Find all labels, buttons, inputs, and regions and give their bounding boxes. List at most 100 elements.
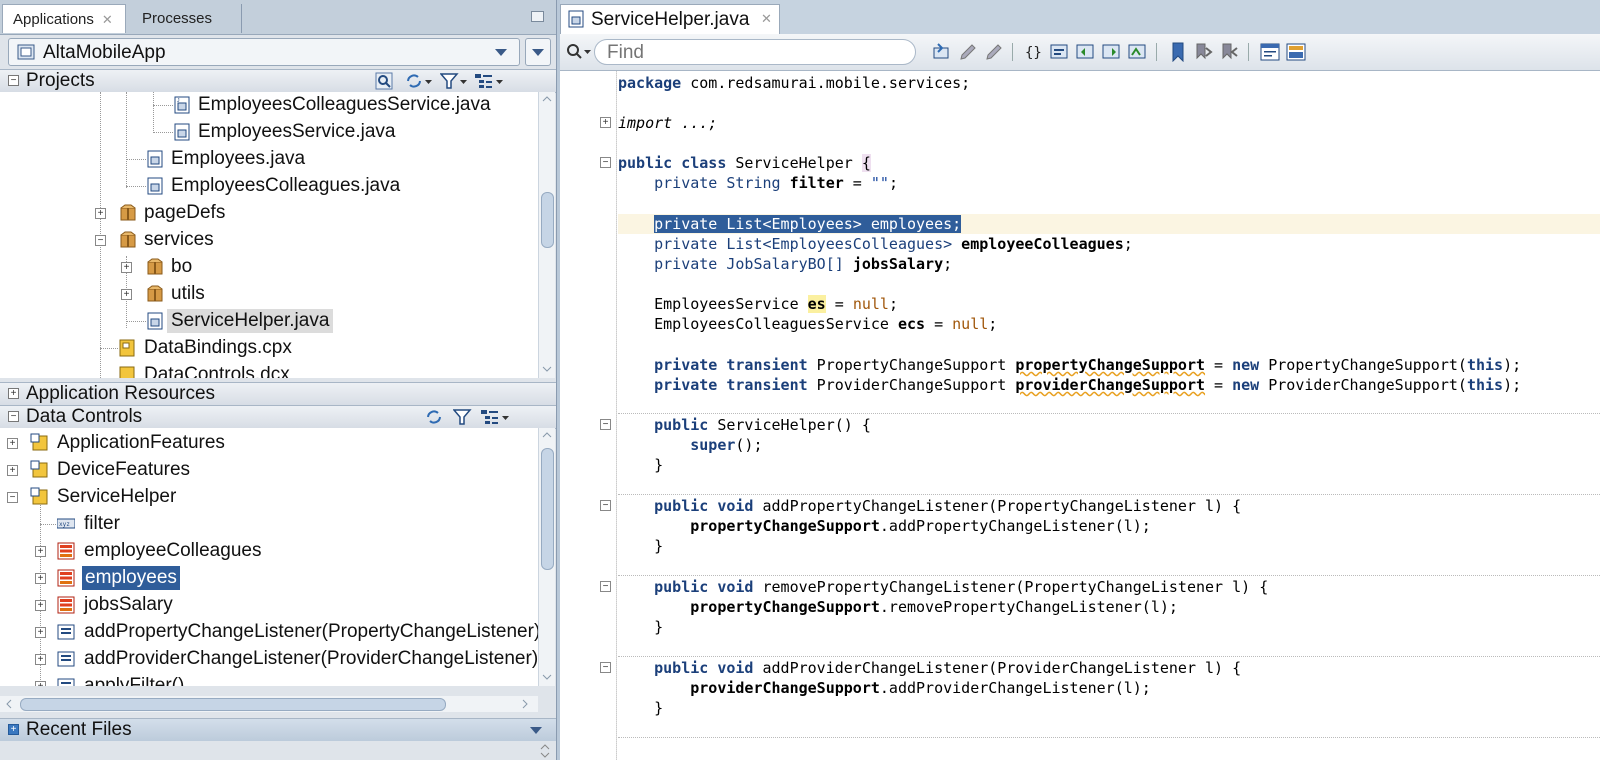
tree-item-databindings[interactable]: DataBindings.cpx xyxy=(144,336,292,360)
java-file-icon xyxy=(147,150,163,168)
tree-item-employees-java[interactable]: Employees.java xyxy=(171,147,305,171)
tree-item-bo[interactable]: bo xyxy=(171,255,192,279)
find-icon[interactable] xyxy=(375,72,393,90)
editor-gutter xyxy=(560,71,617,760)
view-options-icon[interactable] xyxy=(474,72,504,90)
collapse-fold-icon[interactable]: − xyxy=(600,581,611,592)
chevron-down-icon[interactable] xyxy=(530,727,542,735)
close-icon[interactable]: ✕ xyxy=(102,12,113,27)
design-view-icon[interactable] xyxy=(1286,42,1306,62)
tree-item-utils[interactable]: utils xyxy=(171,282,205,306)
editor-toolbar: {} xyxy=(560,34,1600,71)
previous-occurrence-icon[interactable] xyxy=(932,42,952,62)
code-line: public void addPropertyChangeListener(Pr… xyxy=(618,497,1242,515)
tree-item-employeescolleaguesservice[interactable]: EmployeesColleaguesService.java xyxy=(198,93,491,117)
scroll-down-icon[interactable] xyxy=(542,366,552,372)
navigate-icon[interactable] xyxy=(1102,42,1122,62)
refactor-icon[interactable] xyxy=(1076,42,1096,62)
resize-handle-icon[interactable] xyxy=(540,744,550,758)
expand-icon[interactable]: + xyxy=(35,681,46,686)
application-resources-header[interactable]: + Application Resources xyxy=(0,382,556,406)
dc-item-filter[interactable]: filter xyxy=(84,512,120,536)
tree-item-services[interactable]: services xyxy=(144,228,214,252)
collapse-icon[interactable]: − xyxy=(8,411,19,422)
filter-icon[interactable] xyxy=(453,408,473,426)
view-options-icon[interactable] xyxy=(480,408,510,426)
expand-icon[interactable]: + xyxy=(35,546,46,557)
dc-item-employeecolleagues[interactable]: employeeColleagues xyxy=(84,539,261,563)
scroll-right-icon[interactable] xyxy=(522,699,528,709)
data-controls-vscroll[interactable] xyxy=(538,428,555,686)
dc-item-applyfilter[interactable]: applyFilter() xyxy=(84,674,184,686)
expand-icon[interactable]: + xyxy=(35,654,46,665)
projects-vscroll[interactable] xyxy=(538,92,555,378)
tree-item-datacontrols[interactable]: DataControls.dcx xyxy=(144,363,290,378)
tab-processes[interactable]: Processes xyxy=(132,4,242,33)
expand-icon[interactable]: + xyxy=(121,289,132,300)
collapse-icon[interactable]: − xyxy=(8,75,19,86)
find-input[interactable] xyxy=(605,41,899,65)
find-field[interactable] xyxy=(594,39,916,65)
expand-icon[interactable]: + xyxy=(35,627,46,638)
collapse-icon[interactable]: − xyxy=(7,492,18,503)
collapse-icon[interactable]: − xyxy=(95,235,106,246)
dc-item-addproviderchangelistener[interactable]: addProviderChangeListener(ProviderChange… xyxy=(84,647,538,671)
scrollbar-thumb[interactable] xyxy=(541,448,554,570)
application-menu-button[interactable] xyxy=(525,38,551,66)
data-controls-hscroll[interactable] xyxy=(0,696,538,712)
expand-icon[interactable]: + xyxy=(7,465,18,476)
dc-item-applicationfeatures[interactable]: ApplicationFeatures xyxy=(57,431,225,455)
refresh-icon[interactable] xyxy=(405,72,433,90)
expand-icon[interactable]: + xyxy=(35,573,46,584)
expand-icon[interactable]: + xyxy=(121,262,132,273)
dc-item-devicefeatures[interactable]: DeviceFeatures xyxy=(57,458,190,482)
scrollbar-thumb[interactable] xyxy=(20,698,446,711)
expand-fold-icon[interactable]: + xyxy=(600,117,611,128)
scroll-down-icon[interactable] xyxy=(542,674,552,680)
structure-icon[interactable] xyxy=(1260,42,1280,62)
scroll-up-icon[interactable] xyxy=(542,96,552,102)
scroll-left-icon[interactable] xyxy=(6,699,12,709)
recent-files-header[interactable]: + Recent Files xyxy=(0,718,556,742)
dc-item-jobssalary[interactable]: jobsSalary xyxy=(84,593,173,617)
dc-item-addpropertychangelistener[interactable]: addPropertyChangeListener(PropertyChange… xyxy=(84,620,538,644)
scrollbar-thumb[interactable] xyxy=(541,192,554,248)
clear-highlight-icon[interactable] xyxy=(984,42,1004,62)
filter-icon[interactable] xyxy=(440,72,468,90)
braces-icon[interactable]: {} xyxy=(1024,42,1044,62)
expand-icon[interactable]: + xyxy=(95,208,106,219)
tree-item-employeescolleagues-java[interactable]: EmployeesColleagues.java xyxy=(171,174,400,198)
code-editor[interactable]: + − − − − − package com.redsamurai.mobil… xyxy=(560,71,1600,760)
bookmark-icon[interactable] xyxy=(1168,42,1188,62)
tree-item-servicehelper-java[interactable]: ServiceHelper.java xyxy=(167,309,334,333)
projects-header[interactable]: − Projects xyxy=(0,69,556,93)
previous-bookmark-icon[interactable] xyxy=(1220,42,1240,62)
expand-icon[interactable]: + xyxy=(8,388,19,399)
collapse-fold-icon[interactable]: − xyxy=(600,662,611,673)
minimize-icon[interactable] xyxy=(531,11,544,22)
expand-icon[interactable]: + xyxy=(7,438,18,449)
close-icon[interactable]: ✕ xyxy=(761,11,772,27)
toggle-comment-icon[interactable] xyxy=(1128,42,1148,62)
expand-icon[interactable]: + xyxy=(35,600,46,611)
dc-item-employees[interactable]: employees xyxy=(82,566,180,590)
highlight-icon[interactable] xyxy=(958,42,978,62)
data-controls-tree: + ApplicationFeatures + DeviceFeatures −… xyxy=(0,428,538,686)
editor-tab-servicehelper[interactable]: ServiceHelper.java ✕ xyxy=(560,4,780,34)
application-selector[interactable]: AltaMobileApp xyxy=(8,38,520,66)
collapse-fold-icon[interactable]: − xyxy=(600,500,611,511)
dc-item-servicehelper[interactable]: ServiceHelper xyxy=(57,485,176,509)
source-icon[interactable] xyxy=(1050,42,1070,62)
refresh-icon[interactable] xyxy=(425,408,445,426)
collapse-fold-icon[interactable]: − xyxy=(600,419,611,430)
tab-applications[interactable]: Applications ✕ xyxy=(2,4,126,33)
expand-icon[interactable]: + xyxy=(8,724,19,735)
collapse-fold-icon[interactable]: − xyxy=(600,157,611,168)
tree-item-employeesservice[interactable]: EmployeesService.java xyxy=(198,120,395,144)
scroll-up-icon[interactable] xyxy=(542,432,552,438)
next-bookmark-icon[interactable] xyxy=(1194,42,1214,62)
search-icon[interactable] xyxy=(566,43,592,61)
package-icon xyxy=(120,231,136,248)
tree-item-pagedefs[interactable]: pageDefs xyxy=(144,201,225,225)
data-controls-header[interactable]: − Data Controls xyxy=(0,405,556,429)
